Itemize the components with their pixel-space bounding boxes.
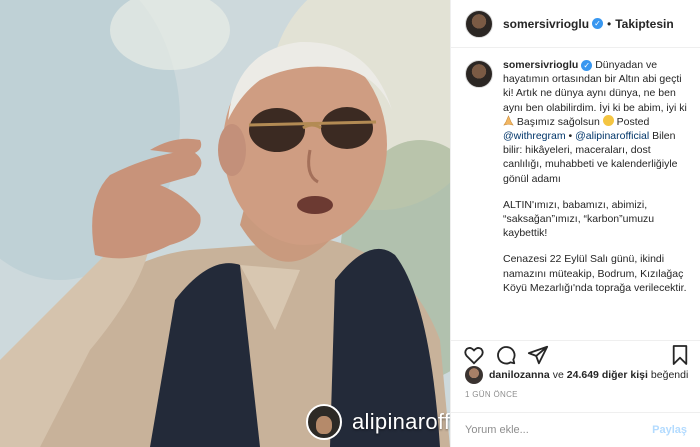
comment-input[interactable] [465, 424, 653, 436]
heart-icon[interactable] [463, 344, 485, 366]
likes-summary: danilozanna ve 24.649 diğer kişi beğendi [465, 366, 688, 384]
watermark-text: alipinaroffi [352, 409, 450, 434]
likes-connector: ve [552, 369, 564, 381]
avatar[interactable] [465, 9, 493, 38]
verified-icon: ✓ [581, 60, 593, 71]
caption: somersivrioglu ✓ Dünyadan ve hayatımın or… [465, 58, 687, 307]
likes-suffix: beğendi [650, 369, 689, 381]
action-bar [451, 340, 700, 366]
comment-icon[interactable] [495, 344, 517, 366]
post-sidebar: somersivrioglu ✓ • Takiptesin somersivri… [450, 0, 700, 447]
separator-dot: • [607, 16, 612, 31]
caption-text: somersivrioglu ✓ Dünyadan ve hayatımın or… [503, 58, 687, 307]
likes-count[interactable]: 24.649 diğer kişi [567, 369, 648, 381]
post-header: somersivrioglu ✓ • Takiptesin [451, 0, 700, 48]
comments-area: somersivrioglu ✓ Dünyadan ve hayatımın or… [451, 58, 700, 330]
follow-button[interactable]: Takiptesin [615, 17, 673, 31]
liker-username[interactable]: danilozanna [489, 369, 550, 381]
mention-withregram[interactable]: @withregram [503, 130, 566, 142]
comment-composer: Paylaş [451, 412, 700, 447]
caption-paragraph-3: Cenazesi 22 Eylül Salı günü, ikindi nama… [503, 253, 687, 294]
praying-hands-icon [503, 115, 514, 126]
caption-part-2: Başımız sağolsun [516, 115, 600, 128]
liker-avatar[interactable] [465, 366, 483, 384]
post-comment-button[interactable]: Paylaş [652, 424, 687, 436]
caption-part-3: Posted [616, 115, 650, 128]
header-username[interactable]: somersivrioglu [503, 17, 589, 31]
share-icon[interactable] [527, 344, 549, 366]
sad-face-icon [602, 114, 614, 126]
mention-alipinarofficial[interactable]: @alipinarofficial [575, 130, 649, 142]
watermark: alipinaroffi [306, 403, 450, 441]
post-photo[interactable]: alipinaroffi [0, 0, 450, 447]
verified-icon: ✓ [592, 18, 604, 29]
photo-illustration [0, 0, 450, 447]
caption-avatar[interactable] [465, 60, 493, 88]
caption-dot: • [568, 130, 573, 143]
caption-username[interactable]: somersivrioglu [503, 59, 578, 71]
watermark-avatar [306, 404, 342, 440]
bookmark-icon[interactable] [671, 344, 689, 366]
post-timestamp[interactable]: 1 GÜN ÖNCE [465, 390, 518, 399]
caption-paragraph-2: ALTIN'ımızı, babamızı, abimizi, “saksağa… [503, 198, 655, 240]
